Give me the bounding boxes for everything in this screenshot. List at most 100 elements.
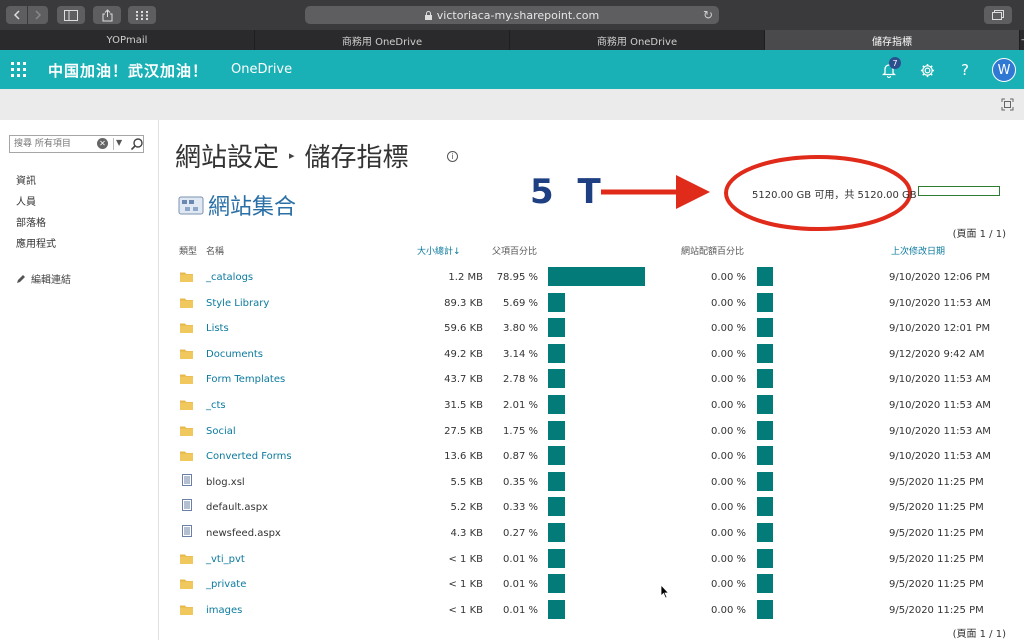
folder-icon — [180, 400, 193, 410]
browser-tab-active[interactable]: 儲存指標 — [765, 30, 1020, 50]
table-row: default.aspx 5.2 KB 0.33 % 0.00 % 9/5/2020 1… — [0, 497, 1024, 523]
parent-percent: 0.01 % — [503, 553, 538, 565]
item-name[interactable]: Style Library — [206, 298, 269, 309]
new-tab-button[interactable]: + — [1020, 30, 1024, 50]
nav-item-people[interactable]: 人員 — [16, 197, 56, 218]
file-icon — [182, 473, 192, 486]
site-collection-icon — [178, 196, 204, 215]
top-sites-button[interactable] — [128, 6, 156, 24]
browser-tab[interactable]: 商務用 OneDrive — [255, 30, 510, 50]
table-row: _private < 1 KB 0.01 % 0.00 % 9/5/2020 11:25… — [0, 574, 1024, 600]
quota-percent: 0.00 % — [711, 374, 746, 386]
app-launcher-icon[interactable] — [11, 62, 26, 77]
parent-percent-bar — [548, 548, 565, 568]
tab-label: 儲存指標 — [872, 36, 912, 48]
gear-icon[interactable] — [917, 60, 937, 80]
item-modified: 9/5/2020 11:25 PM — [889, 604, 984, 616]
item-name[interactable]: _vti_pvt — [206, 554, 245, 565]
browser-tab[interactable]: YOPmail — [0, 30, 255, 50]
quota-percent-bar — [757, 318, 773, 338]
table-header: 類型 名稱 大小總計↓ 父項百分比 網站配額百分比 上次修改日期 — [0, 244, 1024, 258]
paging-top: (頁面 1 / 1) — [952, 229, 1006, 240]
item-modified: 9/5/2020 11:25 PM — [889, 528, 984, 539]
tab-overview-button[interactable] — [984, 6, 1012, 24]
item-size: < 1 KB — [448, 579, 483, 591]
address-bar[interactable]: victoriaca-my.sharepoint.com ↻ — [305, 6, 719, 24]
table-row: _catalogs 1.2 MB 78.95 % 0.00 % 9/10/2020 12… — [0, 267, 1024, 293]
breadcrumb-parent[interactable]: 網站設定 — [175, 137, 279, 174]
item-name[interactable]: Documents — [206, 349, 263, 360]
share-icon — [102, 8, 112, 21]
quota-percent: 0.00 % — [711, 272, 746, 283]
lock-icon — [424, 10, 432, 20]
table-row: Documents 49.2 KB 3.14 % 0.00 % 9/12/2020 9:… — [0, 343, 1024, 370]
parent-percent-bar — [548, 523, 565, 542]
quota-usage-bar — [918, 186, 1000, 196]
item-modified: 9/5/2020 11:25 PM — [889, 553, 984, 565]
search-icon[interactable] — [130, 137, 144, 151]
mouse-cursor-icon — [660, 584, 670, 599]
parent-percent: 0.27 % — [503, 528, 538, 539]
quota-percent-bar — [757, 395, 773, 414]
quota-percent-bar — [757, 267, 773, 286]
table-row: Style Library 89.3 KB 5.69 % 0.00 % 9/10/202… — [0, 292, 1024, 319]
item-name[interactable]: Lists — [206, 323, 229, 334]
item-name[interactable]: Social — [206, 426, 236, 437]
search-input[interactable] — [14, 136, 94, 152]
quota-percent: 0.00 % — [711, 528, 746, 539]
parent-percent: 0.87 % — [503, 451, 538, 463]
file-icon — [182, 525, 192, 537]
quota-percent: 0.00 % — [711, 425, 746, 437]
browser-toolbar: victoriaca-my.sharepoint.com ↻ — [0, 0, 1024, 30]
share-button[interactable] — [93, 6, 121, 24]
search-box: ✕ ▼ — [9, 135, 144, 153]
item-name[interactable]: images — [206, 605, 242, 616]
item-size: 1.2 MB — [448, 272, 483, 283]
item-name[interactable]: Form Templates — [206, 374, 285, 385]
nav-item-info[interactable]: 資訊 — [16, 176, 56, 197]
clear-icon[interactable]: ✕ — [97, 138, 108, 149]
item-modified: 9/10/2020 12:06 PM — [889, 272, 991, 283]
chevron-down-icon[interactable]: ▼ — [116, 138, 126, 150]
header-last-modified[interactable]: 上次修改日期 — [891, 244, 945, 257]
browser-tab[interactable]: 商務用 OneDrive — [510, 30, 765, 50]
table-row: _cts 31.5 KB 2.01 % 0.00 % 9/10/2020 11:53 A… — [0, 395, 1024, 421]
quota-percent-bar — [757, 574, 773, 594]
item-modified: 9/5/2020 11:25 PM — [889, 476, 984, 488]
avatar[interactable]: W — [992, 58, 1016, 82]
focus-mode-icon[interactable] — [1001, 98, 1014, 111]
item-name[interactable]: _cts — [206, 400, 226, 411]
folder-icon — [180, 554, 193, 564]
quota-percent-bar — [757, 599, 773, 619]
table-row: _vti_pvt < 1 KB 0.01 % 0.00 % 9/5/2020 11:25… — [0, 548, 1024, 575]
parent-percent: 0.01 % — [503, 604, 538, 616]
quota-percent-bar — [757, 548, 773, 568]
forward-button[interactable] — [28, 6, 48, 24]
item-name[interactable]: Converted Forms — [206, 451, 292, 462]
item-name[interactable]: _private — [206, 579, 246, 590]
tab-label: 商務用 OneDrive — [596, 36, 678, 48]
quota-percent-bar — [757, 369, 773, 389]
reload-icon[interactable]: ↻ — [703, 8, 713, 22]
info-icon[interactable]: i — [447, 151, 458, 162]
sidebar-toggle-button[interactable] — [57, 6, 85, 24]
table-row: Form Templates 43.7 KB 2.78 % 0.00 % 9/10/20… — [0, 369, 1024, 395]
parent-percent: 3.80 % — [503, 323, 538, 335]
item-name[interactable]: _catalogs — [206, 272, 253, 283]
nav-item-blog[interactable]: 部落格 — [16, 218, 56, 239]
item-size: < 1 KB — [448, 553, 483, 565]
quota-percent: 0.00 % — [711, 323, 746, 335]
item-size: 5.5 KB — [450, 476, 484, 488]
help-icon[interactable]: ? — [955, 60, 975, 80]
quota-percent-bar — [757, 471, 773, 491]
item-modified: 9/5/2020 11:25 PM — [889, 579, 984, 591]
back-button[interactable] — [6, 6, 27, 24]
parent-percent: 0.33 % — [503, 502, 538, 514]
parent-percent: 0.01 % — [503, 579, 538, 591]
site-collection-label[interactable]: 網站集合 — [208, 189, 296, 221]
chevron-left-icon — [13, 10, 20, 20]
brand-title[interactable]: 中国加油！武汉加油！ — [48, 60, 208, 81]
quota-percent: 0.00 % — [711, 400, 746, 411]
app-name-link[interactable]: OneDrive — [231, 62, 292, 77]
header-total-size[interactable]: 大小總計↓ — [417, 244, 461, 257]
